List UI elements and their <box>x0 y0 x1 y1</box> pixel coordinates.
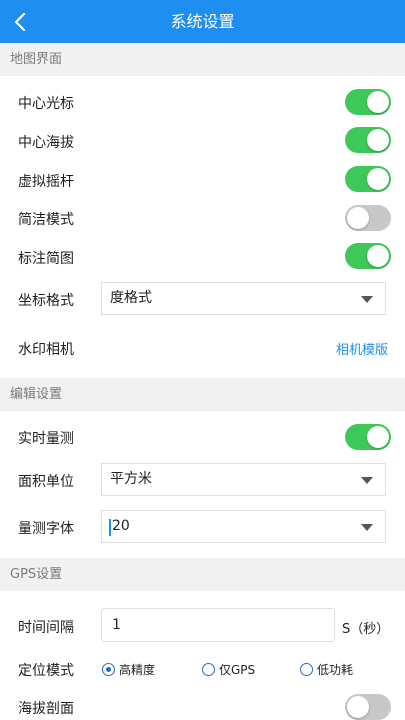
radio-selected-icon <box>102 662 115 676</box>
center-altitude-toggle[interactable] <box>345 127 391 153</box>
realtime-measure-label: 实时量测 <box>18 431 74 447</box>
dropdown-arrow-icon <box>361 524 373 531</box>
time-interval-input[interactable]: 1 <box>101 608 335 642</box>
location-mode-option-low-power[interactable]: 低功耗 <box>300 660 353 678</box>
location-mode-option-gps-only[interactable]: 仅GPS <box>202 660 255 678</box>
measure-font-value: 20 <box>112 518 130 534</box>
simple-mode-label: 简洁模式 <box>18 212 74 228</box>
toggle-knob <box>367 129 389 151</box>
coordinate-format-select[interactable]: 度格式 <box>101 282 386 315</box>
radio-label: 仅GPS <box>219 662 256 677</box>
dropdown-arrow-icon <box>361 477 373 484</box>
virtual-joystick-toggle[interactable] <box>345 166 391 192</box>
center-cursor-toggle[interactable] <box>345 89 391 115</box>
toggle-knob <box>367 426 389 448</box>
area-unit-value: 平方米 <box>110 471 152 487</box>
app-header: 系统设置 <box>0 0 405 43</box>
time-interval-value: 1 <box>112 617 121 633</box>
camera-template-link[interactable]: 相机模版 <box>336 339 388 358</box>
measure-font-select[interactable]: 20 <box>101 510 386 543</box>
center-cursor-label: 中心光标 <box>18 96 74 112</box>
toggle-knob <box>367 168 389 190</box>
section-header-edit: 编辑设置 <box>0 378 405 411</box>
area-unit-select[interactable]: 平方米 <box>101 463 386 496</box>
text-cursor <box>109 519 111 536</box>
back-button[interactable] <box>0 0 40 43</box>
radio-label: 高精度 <box>119 662 156 677</box>
coordinate-format-label: 坐标格式 <box>18 293 74 309</box>
realtime-measure-toggle[interactable] <box>345 424 391 450</box>
coordinate-format-value: 度格式 <box>110 290 152 306</box>
radio-unselected-icon <box>300 662 313 676</box>
toggle-knob <box>347 207 369 229</box>
measure-font-label: 量测字体 <box>18 521 74 537</box>
center-altitude-label: 中心海拔 <box>18 135 74 151</box>
radio-label: 低功耗 <box>317 662 354 677</box>
watermark-camera-label: 水印相机 <box>18 342 74 358</box>
toggle-knob <box>347 696 369 718</box>
dropdown-arrow-icon <box>361 296 373 303</box>
annotate-sketch-toggle[interactable] <box>345 243 391 269</box>
area-unit-label: 面积单位 <box>18 474 74 490</box>
section-header-map: 地图界面 <box>0 43 405 76</box>
radio-unselected-icon <box>202 662 215 676</box>
radio-dot <box>106 666 111 672</box>
location-mode-option-high-accuracy[interactable]: 高精度 <box>102 660 155 678</box>
annotate-sketch-label: 标注简图 <box>18 251 74 267</box>
altitude-profile-label: 海拔剖面 <box>18 701 74 717</box>
altitude-profile-toggle[interactable] <box>345 694 391 720</box>
section-header-gps: GPS设置 <box>0 558 405 591</box>
toggle-knob <box>367 91 389 113</box>
time-interval-unit: S（秒） <box>342 622 390 637</box>
simple-mode-toggle[interactable] <box>345 205 391 231</box>
virtual-joystick-label: 虚拟摇杆 <box>18 174 74 190</box>
chevron-left-icon <box>14 12 26 31</box>
time-interval-label: 时间间隔 <box>18 620 74 636</box>
page-title: 系统设置 <box>170 12 235 31</box>
location-mode-label: 定位模式 <box>18 663 74 679</box>
toggle-knob <box>367 245 389 267</box>
